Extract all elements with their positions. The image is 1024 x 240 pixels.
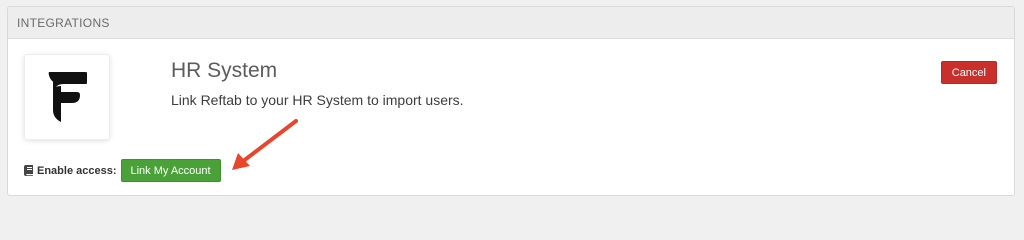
panel-header: INTEGRATIONS xyxy=(8,7,1014,39)
enable-access-label: Enable access: xyxy=(37,164,117,177)
integration-logo xyxy=(25,55,109,139)
integration-title: HR System xyxy=(171,59,278,82)
integrations-panel: INTEGRATIONS HR System Link Reftab to yo… xyxy=(7,6,1015,196)
f-logo-icon xyxy=(48,72,87,122)
enable-access-row: Enable access: Link My Account xyxy=(24,159,221,182)
integration-description: Link Reftab to your HR System to import … xyxy=(171,92,464,108)
enable-access-label-group: Enable access: xyxy=(24,165,117,177)
cancel-button[interactable]: Cancel xyxy=(940,61,997,84)
book-icon xyxy=(24,165,33,176)
panel-header-title: INTEGRATIONS xyxy=(17,15,110,30)
link-my-account-button[interactable]: Link My Account xyxy=(120,159,221,182)
